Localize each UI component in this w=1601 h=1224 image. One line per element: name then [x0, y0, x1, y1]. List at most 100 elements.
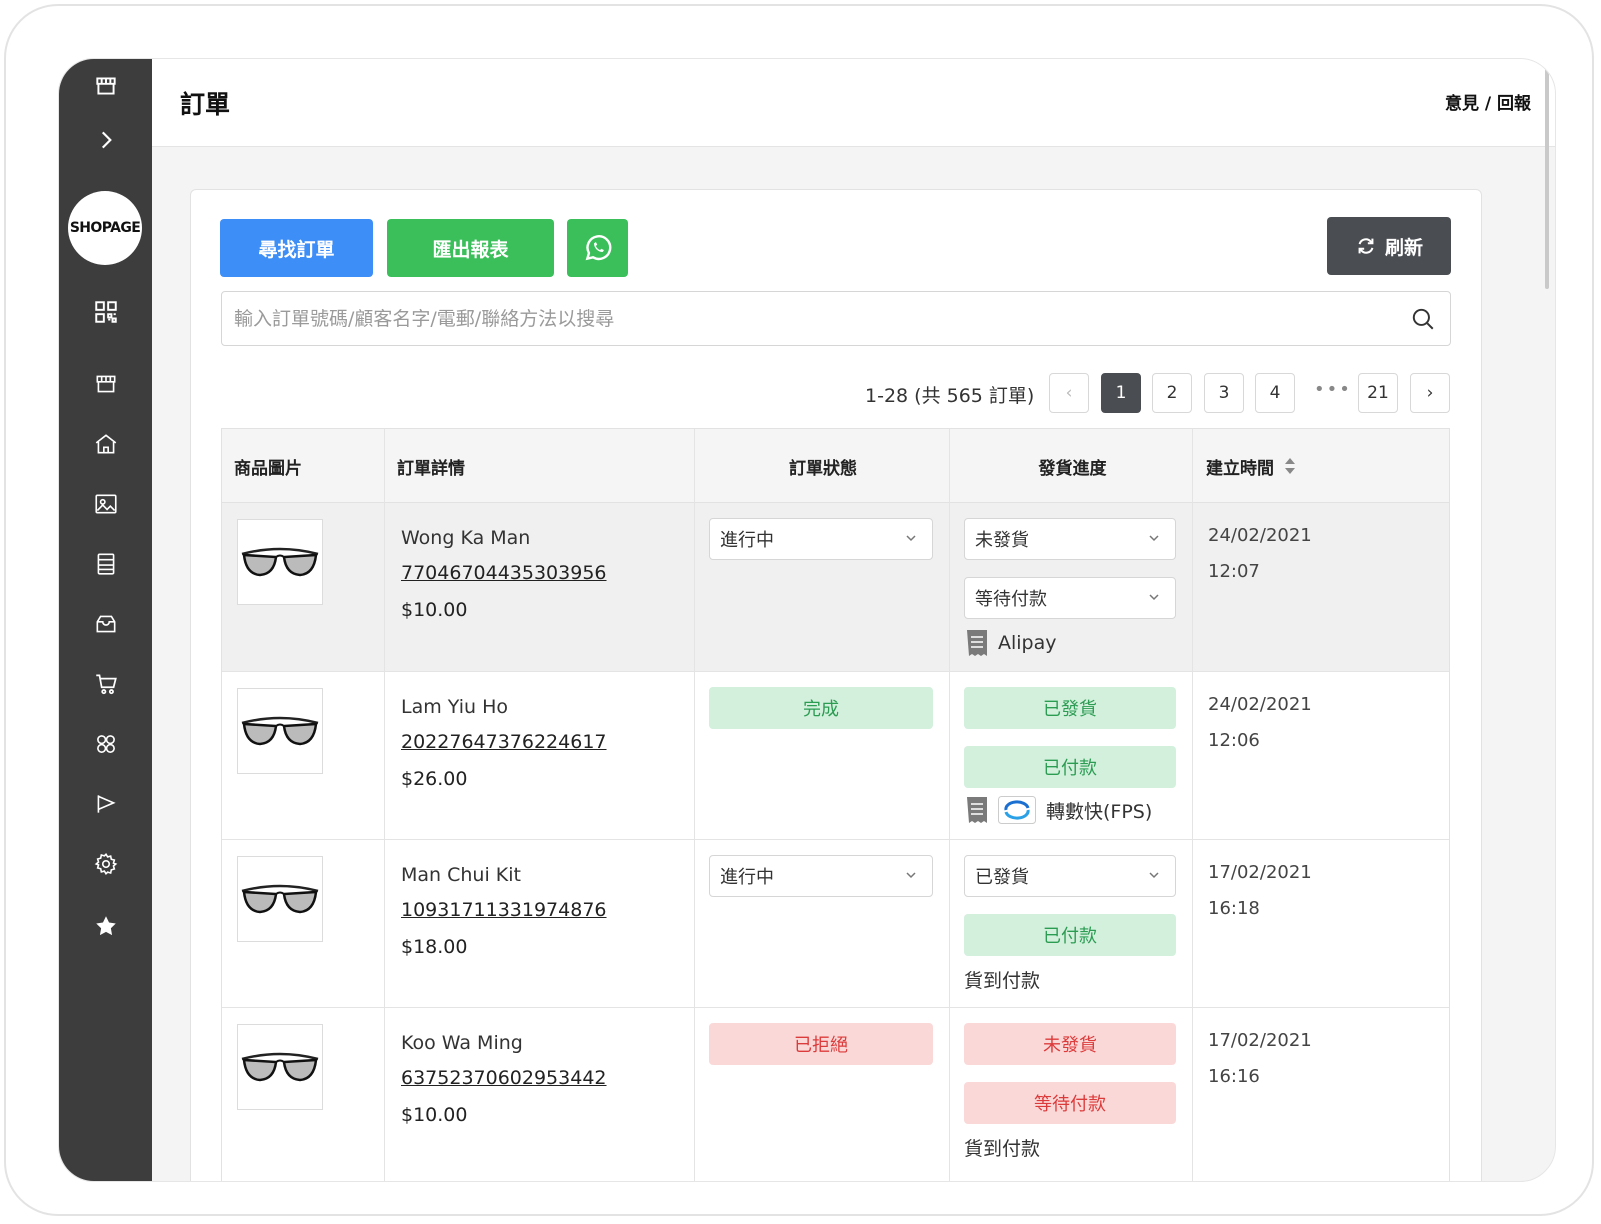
- sidebar-item-gallery[interactable]: [59, 489, 152, 519]
- payment-status-select[interactable]: 等待付款: [964, 577, 1176, 619]
- customer-name: Koo Wa Ming: [401, 1032, 523, 1054]
- table-row[interactable]: Wong Ka Man 77046704435303956 $10.00 進行中…: [222, 503, 1449, 672]
- sidebar-store-top[interactable]: [59, 71, 152, 101]
- table-row[interactable]: Koo Wa Ming 63752370602953442 $10.00 已拒絕…: [222, 1008, 1449, 1181]
- top-header: 訂單 意見 / 回報: [152, 59, 1555, 147]
- pagination-page-4[interactable]: 4: [1255, 373, 1295, 413]
- shipping-status-badge: 已發貨: [964, 687, 1176, 729]
- chevron-down-icon: [1149, 594, 1159, 601]
- customer-name: Wong Ka Man: [401, 527, 531, 549]
- payment-method-label: Alipay: [998, 632, 1057, 654]
- order-number-link[interactable]: 20227647376224617: [401, 731, 607, 753]
- sidebar-item-orders[interactable]: [59, 669, 152, 699]
- shipping-status-value: 未發貨: [975, 530, 1029, 551]
- search-input[interactable]: [222, 292, 1450, 345]
- sidebar-item-store[interactable]: [59, 369, 152, 399]
- brand-logo[interactable]: SHOPAGE: [68, 191, 142, 265]
- column-divider: [949, 429, 950, 1181]
- pagination-next[interactable]: ›: [1410, 373, 1450, 413]
- pagination-prev[interactable]: ‹: [1049, 373, 1089, 413]
- table-row[interactable]: Lam Yiu Ho 20227647376224617 $26.00 完成 已…: [222, 672, 1449, 840]
- export-report-button[interactable]: 匯出報表: [387, 219, 554, 277]
- created-date: 17/02/2021: [1208, 1030, 1312, 1051]
- order-total: $26.00: [401, 768, 468, 790]
- sunglasses-icon: [241, 884, 319, 914]
- payment-status-badge: 已付款: [964, 914, 1176, 956]
- column-divider: [384, 429, 385, 1181]
- sidebar-item-qrcode[interactable]: [59, 297, 152, 327]
- chevron-down-icon: [906, 535, 916, 542]
- created-time: 16:16: [1208, 1066, 1260, 1087]
- sidebar-item-pages[interactable]: [59, 549, 152, 579]
- store-icon: [96, 375, 115, 393]
- column-divider: [1192, 429, 1193, 1181]
- store-icon: [95, 77, 116, 95]
- sidebar-expand-toggle[interactable]: [59, 125, 152, 155]
- sort-icon[interactable]: [1284, 457, 1296, 475]
- app-screen: SHOPAGE 訂單 意見 / 回報 尋找訂單 匯出報表 刷新 輸入訂單號碼/顧…: [58, 58, 1556, 1182]
- shipping-status-value: 已發貨: [975, 867, 1029, 888]
- sidebar-item-inbox[interactable]: [59, 609, 152, 639]
- whatsapp-button[interactable]: [567, 219, 628, 277]
- shipping-status-select[interactable]: 已發貨: [964, 855, 1176, 897]
- table-row[interactable]: Man Chui Kit 10931711331974876 $18.00 進行…: [222, 840, 1449, 1008]
- payment-method-label: 貨到付款: [964, 970, 1041, 992]
- payment-method-label: 貨到付款: [964, 1138, 1041, 1160]
- sidebar-item-apps[interactable]: [59, 729, 152, 759]
- customer-name: Lam Yiu Ho: [401, 696, 508, 718]
- shipping-status-badge: 未發貨: [964, 1023, 1176, 1065]
- pagination-page-2[interactable]: 2: [1152, 373, 1192, 413]
- payment-status-value: 等待付款: [975, 589, 1047, 610]
- product-thumbnail[interactable]: [237, 856, 323, 942]
- chevron-right-icon: [101, 131, 112, 149]
- table-header: 商品圖片 訂單詳情 訂單狀態 發貨進度 建立時間: [222, 429, 1449, 503]
- chevron-down-icon: [906, 872, 916, 879]
- page-title: 訂單: [180, 90, 231, 119]
- sidebar-item-favorites[interactable]: [59, 911, 152, 941]
- order-status-value: 進行中: [720, 530, 774, 551]
- pagination-page-21[interactable]: 21: [1358, 373, 1398, 413]
- sidebar-item-marketing[interactable]: [59, 789, 152, 819]
- pagination-page-1[interactable]: 1: [1101, 373, 1141, 413]
- order-number-link[interactable]: 10931711331974876: [401, 899, 607, 921]
- image-icon: [94, 494, 117, 514]
- gear-icon: [94, 852, 117, 876]
- sidebar-item-settings[interactable]: [59, 849, 152, 879]
- page-scrollbar[interactable]: [1545, 67, 1549, 289]
- product-thumbnail[interactable]: [237, 1024, 323, 1110]
- sidebar: SHOPAGE: [59, 59, 152, 1181]
- customer-name: Man Chui Kit: [401, 864, 521, 886]
- product-thumbnail[interactable]: [237, 519, 323, 605]
- order-status-select[interactable]: 進行中: [709, 518, 933, 560]
- order-status-select[interactable]: 進行中: [709, 855, 933, 897]
- shipping-status-select[interactable]: 未發貨: [964, 518, 1176, 560]
- receipt-icon: [967, 797, 987, 823]
- column-header-status: 訂單狀態: [789, 458, 857, 479]
- order-number-link[interactable]: 63752370602953442: [401, 1067, 607, 1089]
- order-number-link[interactable]: 77046704435303956: [401, 562, 607, 584]
- column-header-shipping: 發貨進度: [1038, 458, 1107, 479]
- search-icon[interactable]: [1410, 306, 1436, 332]
- document-icon: [97, 553, 114, 575]
- column-header-created-label: 建立時間: [1206, 458, 1274, 479]
- payment-method: Alipay: [966, 629, 1057, 657]
- order-total: $10.00: [401, 1104, 468, 1126]
- product-thumbnail[interactable]: [237, 688, 323, 774]
- refresh-button[interactable]: 刷新: [1327, 217, 1451, 275]
- payment-method: 貨到付款: [964, 966, 1040, 993]
- sidebar-item-home[interactable]: [59, 429, 152, 459]
- inbox-icon: [96, 615, 115, 633]
- pagination-ellipsis[interactable]: •••: [1314, 379, 1352, 400]
- pagination-page-3[interactable]: 3: [1204, 373, 1244, 413]
- find-order-button[interactable]: 尋找訂單: [220, 219, 373, 277]
- feedback-link[interactable]: 意見 / 回報: [1445, 89, 1531, 114]
- sunglasses-icon: [241, 716, 319, 746]
- order-status-badge: 已拒絕: [709, 1023, 933, 1065]
- device-frame: SHOPAGE 訂單 意見 / 回報 尋找訂單 匯出報表 刷新 輸入訂單號碼/顧…: [4, 4, 1594, 1216]
- sunglasses-icon: [241, 547, 319, 577]
- payment-method: 貨到付款: [964, 1134, 1040, 1161]
- column-header-image: 商品圖片: [234, 458, 302, 479]
- orders-table: 商品圖片 訂單詳情 訂單狀態 發貨進度 建立時間 Wong Ka Man 770…: [221, 428, 1450, 1181]
- chevron-down-icon: [1149, 872, 1159, 879]
- column-header-created[interactable]: 建立時間: [1206, 429, 1296, 503]
